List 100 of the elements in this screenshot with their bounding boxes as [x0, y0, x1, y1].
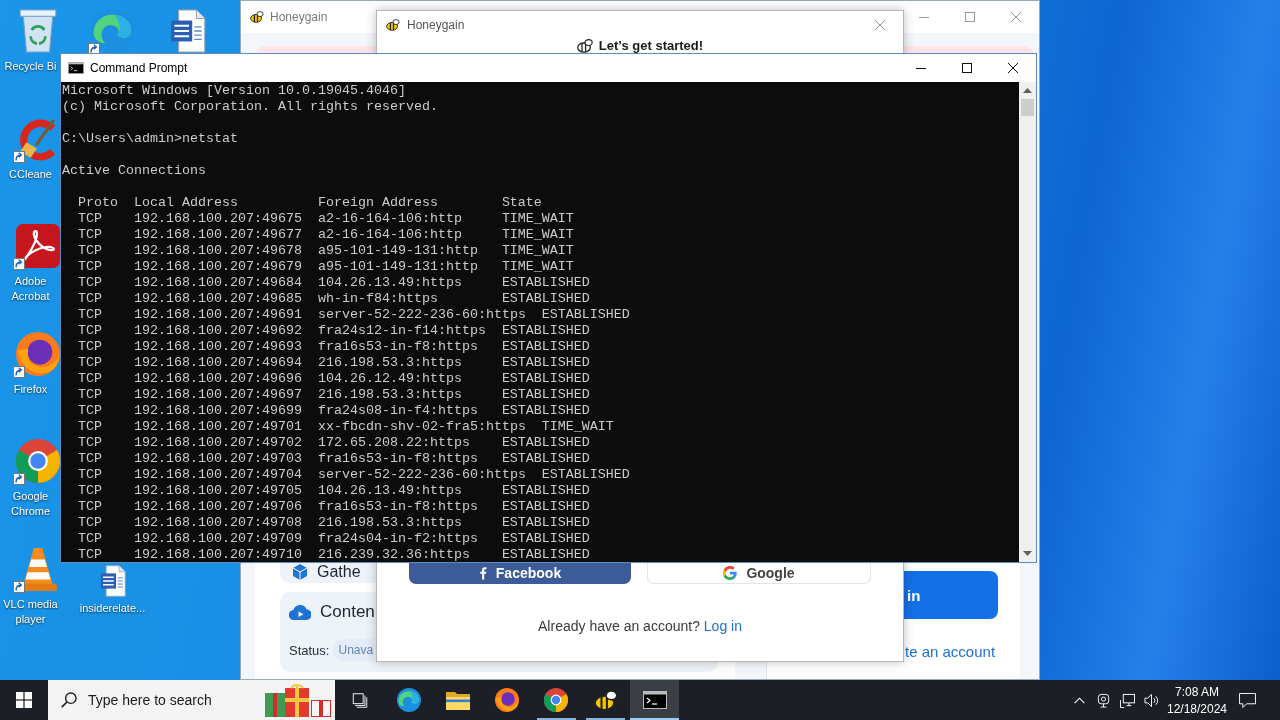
connection-state-text: ESTABLISHED — [501, 339, 590, 354]
console-line: Microsoft Windows [Version 10.0.19045.4046] — [62, 83, 406, 99]
protocol-text: TCP — [78, 515, 102, 530]
network-icon[interactable] — [1119, 692, 1135, 708]
scrollbar-thumb[interactable] — [1021, 99, 1034, 116]
local-address-text: 192.168.100.207:49708 — [133, 515, 302, 530]
acrobat-icon[interactable] — [15, 224, 60, 269]
firefox-icon[interactable] — [15, 331, 60, 376]
facebook-logo-icon — [478, 566, 487, 580]
protocol-text: TCP — [78, 259, 102, 274]
notification-icon[interactable] — [1238, 692, 1256, 708]
terminal-icon — [68, 62, 84, 74]
task-view-icon — [350, 692, 369, 708]
local-address-text: 192.168.100.207:49697 — [133, 387, 302, 402]
connection-state-text: ESTABLISHED — [501, 547, 590, 562]
connection-state-text: ESTABLISHED — [501, 403, 590, 418]
protocol-text: TCP — [78, 387, 102, 402]
local-address-text: 192.168.100.207:49677 — [133, 227, 302, 242]
sign-in-button[interactable]: Google — [647, 562, 871, 584]
login-prompt: Already have an account? Log in — [538, 617, 742, 635]
connection-state-text: ESTABLISHED — [501, 499, 590, 514]
window-title: Command Prompt — [90, 61, 188, 75]
local-address-text: 192.168.100.207:49702 — [133, 435, 302, 450]
minimize-icon — [916, 67, 926, 69]
foreign-address-text: 104.26.13.49:https — [317, 483, 462, 498]
edge-icon[interactable] — [90, 9, 135, 53]
foreign-address-text: fra24s08-in-f4:https — [317, 403, 478, 418]
caret-up-icon[interactable] — [1073, 696, 1085, 704]
connection-state-text: ESTABLISHED — [501, 451, 590, 466]
column-heading: Proto — [78, 195, 118, 210]
volume-icon[interactable] — [1143, 692, 1159, 708]
connection-state-text: ESTABLISHED — [501, 483, 590, 498]
local-address-text: 192.168.100.207:49678 — [133, 243, 302, 258]
connection-state-text: ESTABLISHED — [501, 355, 590, 370]
gift-drawing — [263, 683, 333, 717]
local-address-text: 192.168.100.207:49693 — [133, 339, 302, 354]
scroll-up-arrow[interactable] — [1023, 88, 1032, 93]
card-title: Conten — [320, 603, 375, 621]
local-address-text: 192.168.100.207:49704 — [133, 467, 302, 482]
icon-label[interactable]: Firefox — [13, 381, 48, 397]
local-address-text: 192.168.100.207:49696 — [133, 371, 302, 386]
folder-icon — [445, 690, 470, 710]
protocol-text: TCP — [78, 547, 102, 562]
foreign-address-text: fra24s04-in-f2:https — [317, 531, 478, 546]
icon-label[interactable]: CCleane — [9, 166, 52, 182]
foreign-address-text: server-52-222-236-60:https — [317, 467, 526, 482]
sign-in-button[interactable]: Facebook — [409, 562, 631, 584]
protocol-text: TCP — [78, 483, 102, 498]
icon-label[interactable]: Recycle Bi — [4, 59, 57, 74]
clock-time[interactable]: 7:08 AM — [1175, 684, 1219, 699]
foreign-address-text: a95-101-149-131:http — [317, 259, 478, 274]
bee-icon — [250, 11, 264, 23]
foreign-address-text: a2-16-164-106:http — [317, 211, 462, 226]
protocol-text: TCP — [78, 227, 102, 242]
clock-date[interactable]: 12/18/2024 — [1166, 701, 1228, 716]
foreign-address-text: 172.65.208.22:https — [317, 435, 470, 450]
local-address-text: 192.168.100.207:49691 — [133, 307, 302, 322]
chrome-icon[interactable] — [15, 439, 60, 484]
scrollbar[interactable] — [1019, 82, 1036, 562]
connection-state-text: TIME_WAIT — [501, 259, 574, 274]
foreign-address-text: wh-in-f84:https — [317, 291, 438, 306]
scroll-down-arrow[interactable] — [1023, 551, 1032, 556]
foreign-address-text: 216.198.53.3:https — [317, 355, 462, 370]
connection-state-text: ESTABLISHED — [541, 307, 630, 322]
connection-state-text: ESTABLISHED — [501, 371, 590, 386]
login-link[interactable]: Log in — [703, 618, 742, 634]
foreign-address-text: 216.198.53.3:https — [317, 515, 462, 530]
column-heading: Local Address — [133, 195, 238, 210]
google-logo-icon — [723, 565, 738, 580]
foreign-address-text: 216.198.53.3:https — [317, 387, 462, 402]
console-line: (c) Microsoft Corporation. All rights reserved. — [62, 99, 438, 115]
webcam-icon[interactable] — [1095, 692, 1111, 708]
dialog-heading: Let’s get started! — [598, 39, 704, 53]
terminal-icon — [642, 691, 667, 709]
create-account-link[interactable]: te an account — [905, 643, 996, 661]
window-title: Honeygain — [270, 10, 328, 24]
local-address-text: 192.168.100.207:49679 — [133, 259, 302, 274]
local-address-text: 192.168.100.207:49692 — [133, 323, 302, 338]
foreign-address-text: fra16s53-in-f8:https — [317, 339, 478, 354]
local-address-text: 192.168.100.207:49709 — [133, 531, 302, 546]
foreign-address-text: server-52-222-236-60:https — [317, 307, 526, 322]
login-button[interactable]: in — [903, 571, 998, 619]
protocol-text: TCP — [78, 403, 102, 418]
status-badge: Unava — [333, 639, 375, 661]
icon-label[interactable]: VLC media player — [2, 596, 59, 627]
icon-label[interactable]: Google Chrome — [2, 489, 59, 520]
icon-label[interactable]: insiderelate... — [79, 600, 146, 616]
protocol-text: TCP — [78, 467, 102, 482]
taskbar-button[interactable] — [630, 680, 680, 720]
search-icon — [61, 692, 77, 708]
maximize-icon — [965, 12, 975, 22]
icon-label[interactable]: Adobe Acrobat — [2, 274, 59, 305]
foreign-address-text: fra16s53-in-f8:https — [317, 451, 478, 466]
connection-state-text: TIME_WAIT — [501, 243, 574, 258]
protocol-text: TCP — [78, 275, 102, 290]
connection-state-text: ESTABLISHED — [541, 467, 630, 482]
foreign-address-text: fra24s12-in-f14:https — [317, 323, 486, 338]
close-icon — [1011, 12, 1021, 22]
foreign-address-text: xx-fbcdn-shv-02-fra5:https — [317, 419, 526, 434]
edge-icon — [396, 688, 421, 712]
